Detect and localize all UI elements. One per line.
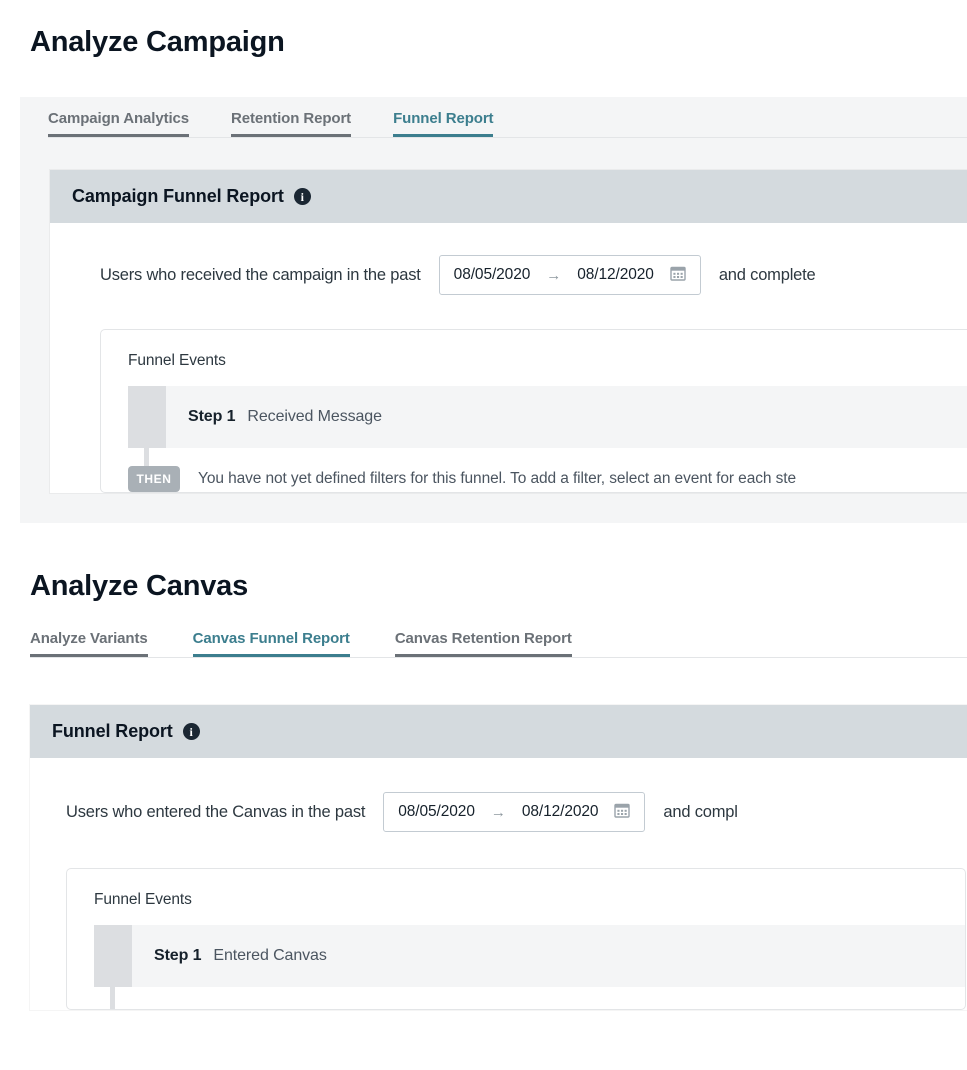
drag-handle-icon[interactable]: [94, 925, 132, 987]
tab-analyze-variants[interactable]: Analyze Variants: [30, 630, 148, 657]
campaign-step-content: Step 1 Received Message: [166, 386, 382, 448]
canvas-tabbar: Analyze Variants Canvas Funnel Report Ca…: [30, 630, 967, 658]
campaign-report-frame: Campaign Analytics Retention Report Funn…: [20, 97, 967, 523]
calendar-icon[interactable]: [670, 265, 686, 286]
canvas-step-content: Step 1 Entered Canvas: [132, 925, 327, 987]
campaign-card-body: Users who received the campaign in the p…: [50, 223, 967, 493]
canvas-step-event[interactable]: Entered Canvas: [213, 947, 326, 965]
arrow-right-icon: →: [546, 266, 562, 284]
drag-handle-icon[interactable]: [128, 386, 166, 448]
canvas-date-label: Users who entered the Canvas in the past: [66, 802, 366, 821]
arrow-right-icon: →: [490, 803, 506, 821]
tab-funnel-report[interactable]: Funnel Report: [393, 110, 494, 137]
canvas-card-header: Funnel Report i: [30, 705, 967, 758]
campaign-step-number: Step 1: [188, 408, 236, 425]
campaign-date-trailing-text: and complete: [718, 265, 816, 284]
campaign-daterange-picker[interactable]: 08/05/2020 → 08/12/2020: [438, 255, 701, 295]
campaign-date-label: Users who received the campaign in the p…: [100, 265, 421, 284]
then-badge: THEN: [128, 466, 180, 492]
page-title-analyze-canvas: Analyze Canvas: [30, 570, 249, 602]
tab-canvas-retention-report[interactable]: Canvas Retention Report: [394, 630, 572, 657]
info-icon[interactable]: i: [182, 723, 200, 740]
canvas-start-date[interactable]: 08/05/2020: [398, 803, 475, 821]
canvas-funnel-events-title: Funnel Events: [94, 891, 192, 908]
canvas-funnel-events-panel: Funnel Events Step 1 Entered Canvas: [66, 868, 966, 1010]
canvas-end-date[interactable]: 08/12/2020: [522, 803, 599, 821]
canvas-date-trailing-text: and compl: [663, 802, 738, 821]
analyze-canvas-section: Analyze Canvas Analyze Variants Canvas F…: [0, 556, 967, 1070]
campaign-date-row: Users who received the campaign in the p…: [50, 255, 967, 295]
tab-retention-report[interactable]: Retention Report: [231, 110, 351, 137]
campaign-funnel-events-title: Funnel Events: [128, 352, 226, 369]
campaign-end-date[interactable]: 08/12/2020: [577, 266, 654, 284]
analyze-campaign-section: Analyze Campaign Campaign Analytics Rete…: [0, 0, 967, 523]
tab-canvas-funnel-report[interactable]: Canvas Funnel Report: [192, 630, 350, 657]
campaign-start-date[interactable]: 08/05/2020: [454, 266, 531, 284]
campaign-step-event[interactable]: Received Message: [247, 408, 382, 426]
canvas-daterange-picker[interactable]: 08/05/2020 → 08/12/2020: [383, 792, 646, 832]
info-icon[interactable]: i: [293, 188, 311, 205]
campaign-funnel-events-panel: Funnel Events Step 1 Received Message TH…: [100, 329, 967, 493]
campaign-tabbar: Campaign Analytics Retention Report Funn…: [48, 110, 967, 138]
canvas-funnel-report-card: Funnel Report i Users who entered the Ca…: [30, 705, 967, 1010]
campaign-filters-empty-text: You have not yet defined filters for thi…: [198, 470, 796, 487]
tab-campaign-analytics[interactable]: Campaign Analytics: [48, 110, 189, 137]
canvas-card-body: Users who entered the Canvas in the past…: [30, 758, 967, 1010]
analyze-reports-page: Analyze Campaign Campaign Analytics Rete…: [0, 0, 967, 1070]
canvas-card-title: Funnel Report: [52, 721, 173, 741]
canvas-step-number: Step 1: [154, 947, 202, 964]
step-connector: [110, 987, 115, 1009]
campaign-card-header: Campaign Funnel Report i: [50, 170, 967, 223]
campaign-then-row: THEN You have not yet defined filters fo…: [128, 466, 967, 492]
table-row[interactable]: Step 1 Entered Canvas: [94, 925, 965, 987]
campaign-card-title: Campaign Funnel Report: [72, 186, 284, 206]
campaign-funnel-report-card: Campaign Funnel Report i Users who recei…: [50, 170, 967, 493]
calendar-icon[interactable]: [614, 802, 631, 823]
canvas-date-row: Users who entered the Canvas in the past…: [30, 792, 967, 832]
page-title-analyze-campaign: Analyze Campaign: [30, 26, 285, 58]
table-row[interactable]: Step 1 Received Message: [128, 386, 967, 448]
